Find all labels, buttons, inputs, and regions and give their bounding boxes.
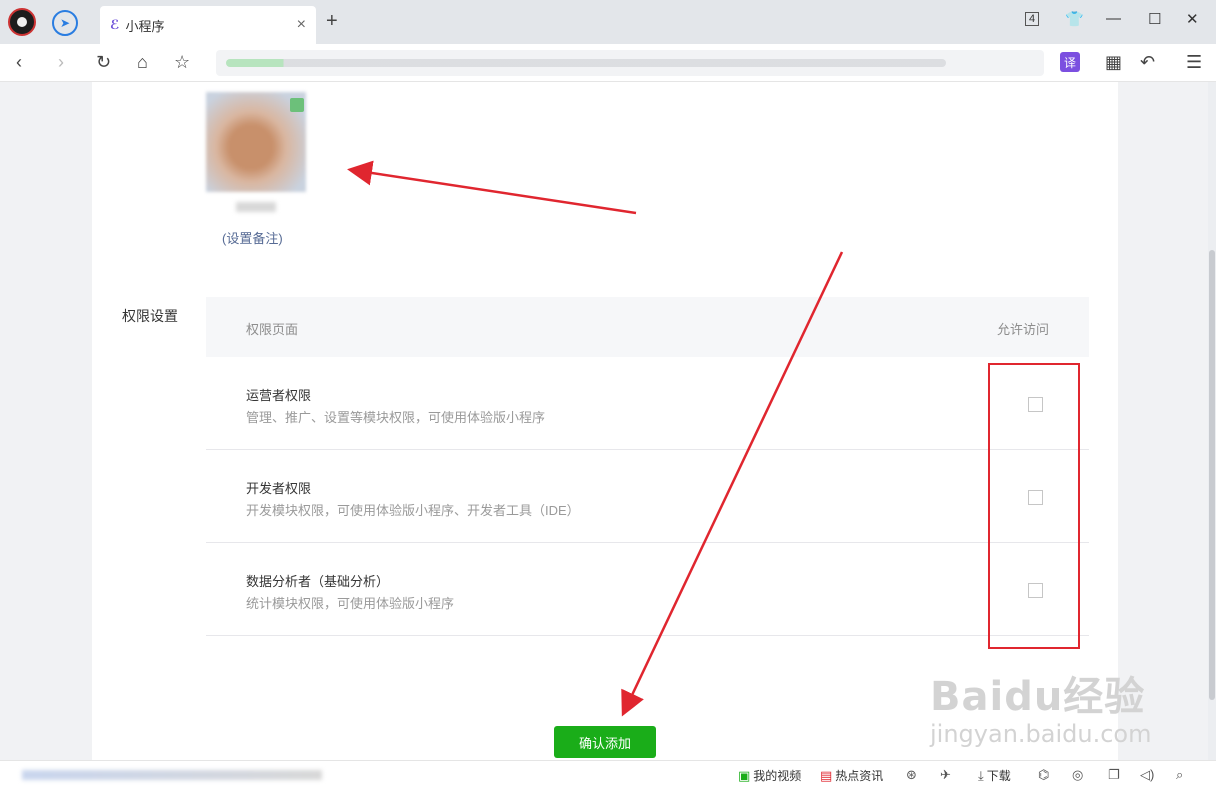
status-url-blurred: [22, 770, 322, 780]
download-button[interactable]: ⤓ 下载: [978, 767, 1011, 784]
rocket-icon[interactable]: ✈: [940, 767, 951, 783]
download-label: 下载: [986, 769, 1011, 783]
hot-news-label: 热点资讯: [835, 769, 884, 783]
arrow-to-confirm: [621, 251, 844, 717]
browser-icon[interactable]: ◎: [1072, 767, 1083, 783]
speed-icon[interactable]: ⊛: [906, 767, 917, 783]
volume-icon[interactable]: ◁): [1140, 767, 1154, 783]
watermark-url: jingyan.baidu.com: [930, 720, 1152, 748]
arrow-to-avatar: [347, 160, 637, 215]
my-video-button[interactable]: ▣ 我的视频: [738, 767, 801, 784]
watermark: Baidu经验 jingyan.baidu.com: [930, 664, 1151, 748]
watermark-brand: Baidu经验: [930, 674, 1146, 720]
download-icon: ⤓: [978, 767, 984, 783]
my-video-label: 我的视频: [753, 769, 802, 783]
news-icon: ▤: [820, 767, 833, 783]
search-icon[interactable]: ⌕: [1176, 767, 1183, 783]
game-icon[interactable]: ⌬: [1038, 767, 1049, 783]
window-icon[interactable]: ❐: [1108, 767, 1120, 783]
status-bar: ▣ 我的视频 ▤ 热点资讯 ⊛ ✈ ⤓ 下载 ⌬ ◎ ❐ ◁) ⌕: [0, 760, 1216, 788]
video-icon: ▣: [738, 767, 751, 783]
hot-news-button[interactable]: ▤ 热点资讯: [820, 767, 883, 784]
